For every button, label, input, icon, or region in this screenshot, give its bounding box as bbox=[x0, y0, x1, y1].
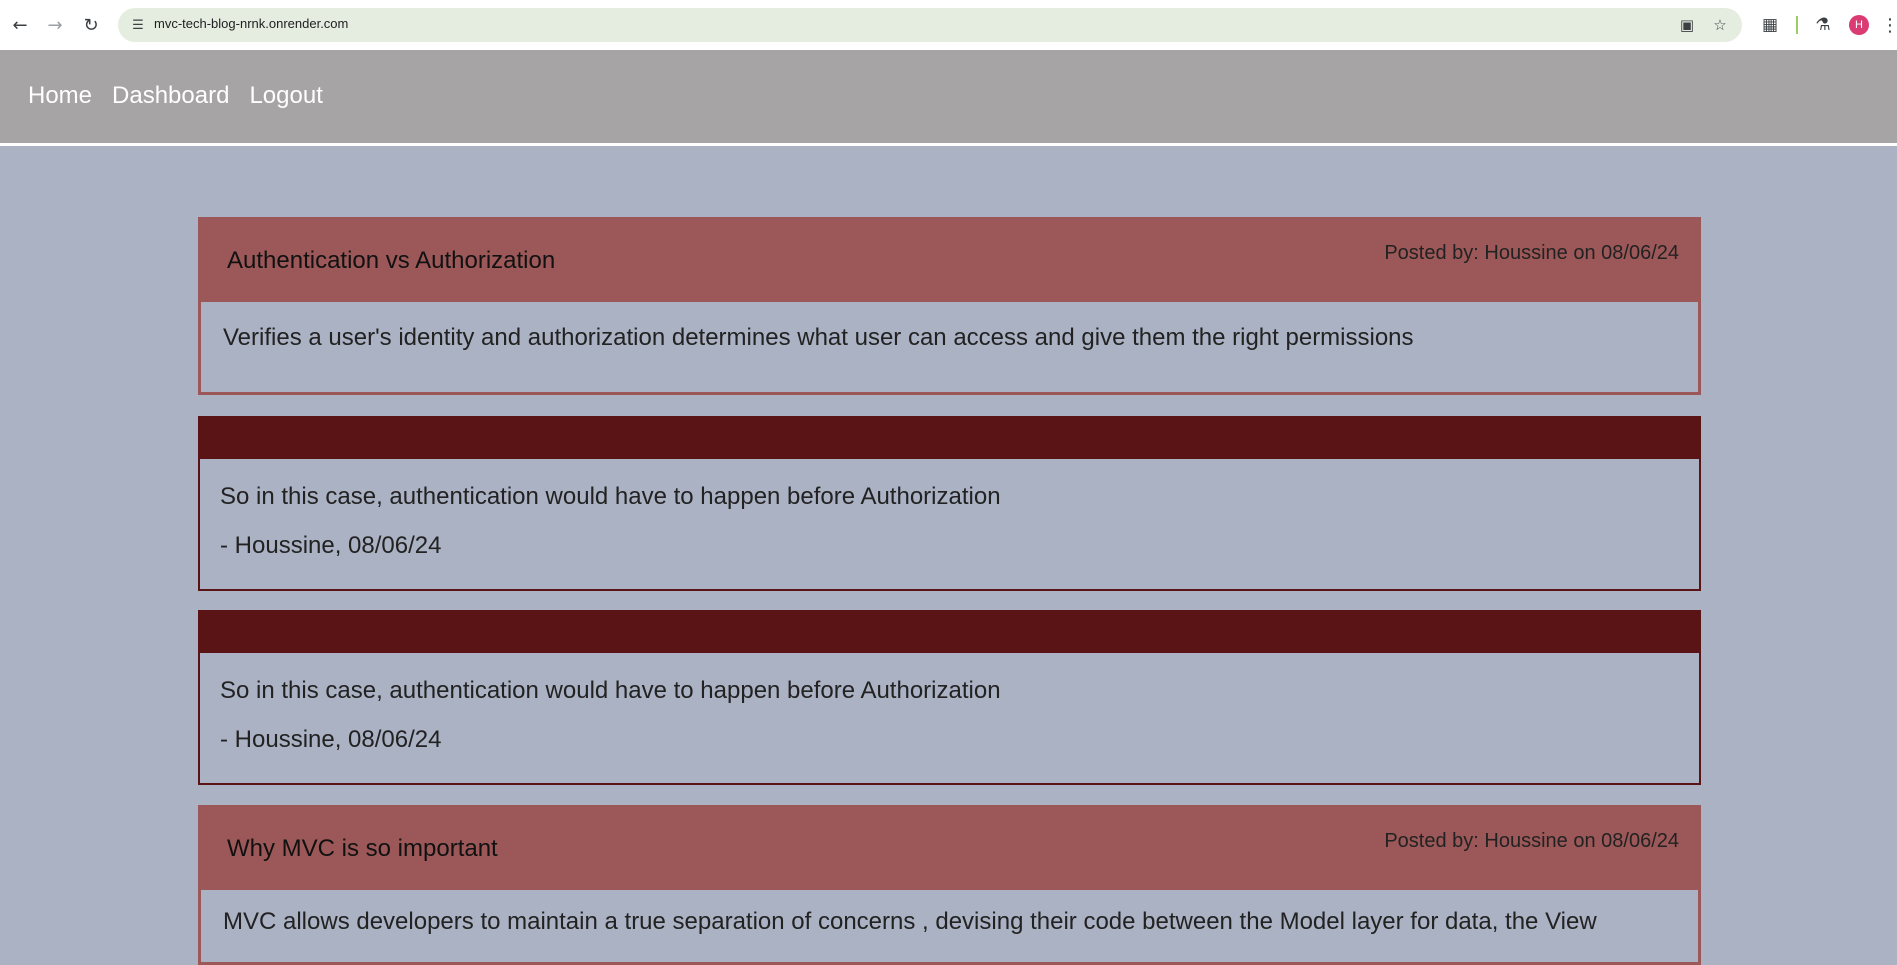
screenshot-icon[interactable]: ▣ bbox=[1677, 15, 1697, 35]
comment-body: So in this case, authentication would ha… bbox=[200, 653, 1699, 754]
post-card[interactable]: Authentication vs Authorization Posted b… bbox=[198, 217, 1701, 395]
toolbar-divider bbox=[1796, 16, 1798, 34]
profile-avatar[interactable]: H bbox=[1849, 15, 1869, 35]
comment-author: - Houssine, 08/06/24 bbox=[220, 532, 442, 559]
address-bar[interactable]: ☰ mvc-tech-blog-nrnk.onrender.com ▣ ☆ bbox=[118, 8, 1742, 42]
post-title[interactable]: Why MVC is so important bbox=[227, 835, 498, 863]
comment-card: So in this case, authentication would ha… bbox=[198, 610, 1701, 785]
nav-dashboard-link[interactable]: Dashboard bbox=[112, 82, 229, 110]
extensions-icon[interactable]: ▦ bbox=[1757, 12, 1783, 38]
nav-logout-link[interactable]: Logout bbox=[249, 82, 322, 110]
forward-arrow-icon[interactable]: → bbox=[42, 12, 68, 38]
comment-author: - Houssine, 08/06/24 bbox=[220, 726, 442, 753]
bookmark-star-icon[interactable]: ☆ bbox=[1710, 15, 1730, 35]
reload-icon[interactable]: ↻ bbox=[78, 12, 104, 38]
site-header: Home Dashboard Logout bbox=[0, 50, 1897, 146]
post-title[interactable]: Authentication vs Authorization bbox=[227, 247, 555, 275]
post-card[interactable]: Why MVC is so important Posted by: Houss… bbox=[198, 805, 1701, 965]
post-body: MVC allows developers to maintain a true… bbox=[201, 890, 1698, 936]
address-url[interactable]: mvc-tech-blog-nrnk.onrender.com bbox=[154, 16, 348, 31]
post-header: Authentication vs Authorization Posted b… bbox=[201, 220, 1698, 302]
post-header: Why MVC is so important Posted by: Houss… bbox=[201, 808, 1698, 890]
post-meta: Posted by: Houssine on 08/06/24 bbox=[1384, 242, 1679, 264]
comment-header bbox=[200, 418, 1699, 459]
labs-flask-icon[interactable]: ⚗ bbox=[1810, 12, 1836, 38]
post-body: Verifies a user's identity and authoriza… bbox=[201, 302, 1698, 352]
site-info-icon[interactable]: ☰ bbox=[128, 15, 148, 35]
nav-home-link[interactable]: Home bbox=[28, 82, 92, 110]
comment-body: So in this case, authentication would ha… bbox=[200, 459, 1699, 560]
comment-card: So in this case, authentication would ha… bbox=[198, 416, 1701, 591]
comment-header bbox=[200, 612, 1699, 653]
comment-text: So in this case, authentication would ha… bbox=[220, 483, 1001, 510]
menu-kebab-icon[interactable]: ⋮ bbox=[1881, 12, 1897, 38]
back-arrow-icon[interactable]: ← bbox=[7, 12, 33, 38]
main-nav: Home Dashboard Logout bbox=[28, 82, 323, 110]
comment-text: So in this case, authentication would ha… bbox=[220, 677, 1001, 704]
browser-toolbar: ← → ↻ ☰ mvc-tech-blog-nrnk.onrender.com … bbox=[0, 0, 1897, 50]
post-meta: Posted by: Houssine on 08/06/24 bbox=[1384, 830, 1679, 852]
